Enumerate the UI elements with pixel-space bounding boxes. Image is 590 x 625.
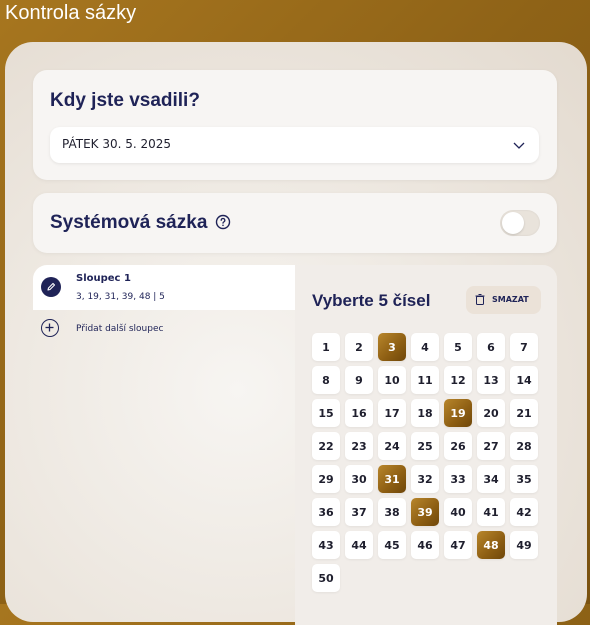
column-item-1[interactable]: Sloupec 1 3, 19, 31, 39, 48 | 5	[33, 265, 295, 310]
number-19[interactable]: 19	[444, 399, 472, 427]
column-list: Sloupec 1 3, 19, 31, 39, 48 | 5 Přidat d…	[33, 265, 295, 625]
date-select[interactable]: PÁTEK 30. 5. 2025	[50, 127, 539, 163]
help-icon[interactable]	[215, 214, 231, 230]
column-title: Sloupec 1	[76, 273, 131, 284]
toggle-knob	[502, 212, 524, 234]
number-44[interactable]: 44	[345, 531, 373, 559]
system-bet-heading: Systémová sázka	[50, 212, 208, 233]
number-14[interactable]: 14	[510, 366, 538, 394]
number-28[interactable]: 28	[510, 432, 538, 460]
number-24[interactable]: 24	[378, 432, 406, 460]
number-3[interactable]: 3	[378, 333, 406, 361]
date-select-value: PÁTEK 30. 5. 2025	[62, 137, 172, 151]
date-card: Kdy jste vsadili? PÁTEK 30. 5. 2025	[33, 70, 557, 180]
number-38[interactable]: 38	[378, 498, 406, 526]
number-7[interactable]: 7	[510, 333, 538, 361]
add-column-button[interactable]: Přidat další sloupec	[33, 317, 295, 341]
number-39[interactable]: 39	[411, 498, 439, 526]
number-37[interactable]: 37	[345, 498, 373, 526]
number-6[interactable]: 6	[477, 333, 505, 361]
number-40[interactable]: 40	[444, 498, 472, 526]
number-25[interactable]: 25	[411, 432, 439, 460]
number-30[interactable]: 30	[345, 465, 373, 493]
number-26[interactable]: 26	[444, 432, 472, 460]
number-31[interactable]: 31	[378, 465, 406, 493]
number-13[interactable]: 13	[477, 366, 505, 394]
number-2[interactable]: 2	[345, 333, 373, 361]
page-title: Kontrola sázky	[5, 2, 137, 24]
number-11[interactable]: 11	[411, 366, 439, 394]
number-10[interactable]: 10	[378, 366, 406, 394]
number-35[interactable]: 35	[510, 465, 538, 493]
number-18[interactable]: 18	[411, 399, 439, 427]
number-49[interactable]: 49	[510, 531, 538, 559]
number-36[interactable]: 36	[312, 498, 340, 526]
number-picker: Vyberte 5 čísel SMAZAT 1 2 3 4 5 6 7 8 9 10 11 12 13…	[295, 265, 557, 625]
number-5[interactable]: 5	[444, 333, 472, 361]
number-46[interactable]: 46	[411, 531, 439, 559]
number-grid: 1 2 3 4 5 6 7 8 9 10 11 12 13 14 15 16 17 18 19 20 21 22 23 24 2…	[312, 333, 538, 592]
picker-heading: Vyberte 5 čísel	[312, 291, 431, 310]
number-9[interactable]: 9	[345, 366, 373, 394]
clear-button[interactable]: SMAZAT	[466, 286, 541, 314]
system-bet-card: Systémová sázka	[33, 193, 557, 253]
date-heading: Kdy jste vsadili?	[50, 90, 200, 111]
number-34[interactable]: 34	[477, 465, 505, 493]
number-45[interactable]: 45	[378, 531, 406, 559]
number-27[interactable]: 27	[477, 432, 505, 460]
trash-icon	[475, 294, 485, 305]
columns-area: Sloupec 1 3, 19, 31, 39, 48 | 5 Přidat d…	[33, 265, 557, 625]
number-47[interactable]: 47	[444, 531, 472, 559]
number-48[interactable]: 48	[477, 531, 505, 559]
number-43[interactable]: 43	[312, 531, 340, 559]
bet-check-panel: Kdy jste vsadili? PÁTEK 30. 5. 2025 Syst…	[5, 42, 587, 625]
number-20[interactable]: 20	[477, 399, 505, 427]
number-29[interactable]: 29	[312, 465, 340, 493]
number-12[interactable]: 12	[444, 366, 472, 394]
number-22[interactable]: 22	[312, 432, 340, 460]
number-17[interactable]: 17	[378, 399, 406, 427]
clear-label: SMAZAT	[492, 295, 529, 304]
number-41[interactable]: 41	[477, 498, 505, 526]
plus-icon	[41, 319, 59, 337]
number-16[interactable]: 16	[345, 399, 373, 427]
number-15[interactable]: 15	[312, 399, 340, 427]
system-bet-toggle[interactable]	[500, 210, 540, 236]
number-23[interactable]: 23	[345, 432, 373, 460]
column-summary: 3, 19, 31, 39, 48 | 5	[76, 292, 165, 302]
number-32[interactable]: 32	[411, 465, 439, 493]
add-column-label: Přidat další sloupec	[76, 324, 164, 334]
number-50[interactable]: 50	[312, 564, 340, 592]
number-1[interactable]: 1	[312, 333, 340, 361]
number-8[interactable]: 8	[312, 366, 340, 394]
number-4[interactable]: 4	[411, 333, 439, 361]
pencil-icon	[41, 277, 61, 297]
number-42[interactable]: 42	[510, 498, 538, 526]
number-21[interactable]: 21	[510, 399, 538, 427]
chevron-down-icon	[513, 142, 525, 149]
number-33[interactable]: 33	[444, 465, 472, 493]
